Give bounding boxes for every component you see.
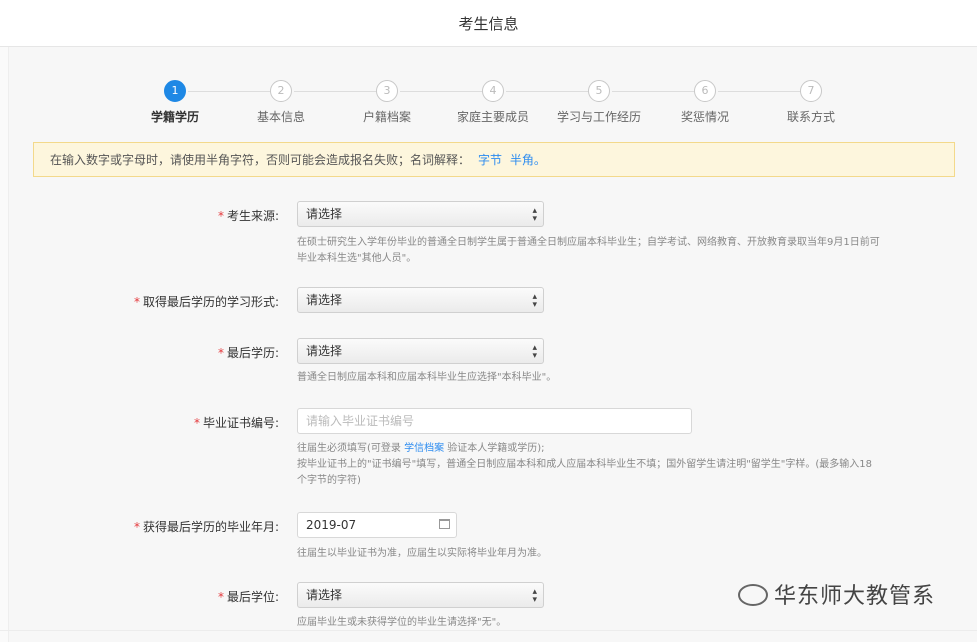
source-label: * 考生来源:	[217, 209, 279, 223]
step-number: 7	[800, 80, 822, 102]
required-mark: *	[217, 590, 224, 604]
left-edge	[0, 47, 9, 642]
step-number: 4	[482, 80, 504, 102]
step-3[interactable]: 3 户籍档案	[332, 80, 484, 125]
grad-date-picker[interactable]: 2019-07	[297, 512, 457, 538]
select-arrow-icon: ▴ ▾	[532, 343, 537, 361]
calendar-icon	[439, 519, 450, 529]
step-7[interactable]: 7 联系方式	[756, 80, 866, 125]
last-edu-label: * 最后学历:	[217, 346, 279, 360]
step-label: 奖惩情况	[680, 110, 729, 124]
step-label: 家庭主要成员	[456, 110, 529, 124]
source-hint: 在硕士研究生入学年份毕业的普通全日制学生属于普通全日制应届本科毕业生；自学考试、…	[297, 237, 880, 264]
step-label: 户籍档案	[362, 110, 411, 124]
required-mark: *	[133, 520, 140, 534]
study-form-select[interactable]: 请选择 ▴ ▾	[297, 287, 544, 313]
step-number: 3	[376, 80, 398, 102]
required-mark: *	[193, 416, 200, 430]
step-indicator: 1 学籍学历 2 基本信息 3 户籍档案 4 家庭主要成员 5 学习与工作经历 …	[120, 80, 840, 130]
half-width-link[interactable]: 半角。	[510, 153, 546, 167]
watermark: 华东师大教管系	[738, 578, 935, 610]
wechat-icon	[738, 584, 768, 606]
xuexin-link[interactable]: 学信档案	[404, 443, 444, 454]
step-5[interactable]: 5 学习与工作经历	[544, 80, 696, 125]
step-number: 6	[694, 80, 716, 102]
grad-date-label: * 获得最后学历的毕业年月:	[133, 520, 279, 534]
notice-banner: 在输入数字或字母时，请使用半角字符，否则可能会造成报名失败；名词解释： 字节 半角…	[33, 142, 955, 177]
page-header: 考生信息	[0, 0, 977, 47]
required-mark: *	[133, 295, 140, 309]
last-edu-hint: 普通全日制应届本科和应届本科毕业生应选择"本科毕业"。	[297, 372, 557, 383]
last-degree-select[interactable]: 请选择 ▴ ▾	[297, 582, 544, 608]
last-degree-hint: 应届毕业生或未获得学位的毕业生请选择"无"。	[297, 617, 507, 628]
cert-input[interactable]: 请输入毕业证书编号	[297, 408, 692, 434]
notice-text: 在输入数字或字母时，请使用半角字符，否则可能会造成报名失败；名词解释：	[50, 153, 471, 167]
select-arrow-icon: ▴ ▾	[532, 206, 537, 224]
page-title: 考生信息	[458, 15, 519, 33]
select-arrow-icon: ▴ ▾	[532, 292, 537, 310]
cert-label: * 毕业证书编号:	[193, 416, 279, 430]
step-6[interactable]: 6 奖惩情况	[650, 80, 802, 125]
byte-link[interactable]: 字节	[478, 153, 502, 167]
select-arrow-icon: ▴ ▾	[532, 587, 537, 605]
study-form-label: * 取得最后学历的学习形式:	[133, 295, 279, 309]
step-number: 2	[270, 80, 292, 102]
last-degree-label: * 最后学位:	[217, 590, 279, 604]
last-edu-select[interactable]: 请选择 ▴ ▾	[297, 338, 544, 364]
step-4[interactable]: 4 家庭主要成员	[438, 80, 590, 125]
step-number: 5	[588, 80, 610, 102]
bottom-divider	[0, 630, 977, 643]
cert-hint: 往届生必须填写(可登录 学信档案 验证本人学籍或学历); 按毕业证书上的"证书编…	[297, 443, 873, 486]
step-label: 学籍学历	[150, 110, 199, 124]
required-mark: *	[217, 209, 224, 223]
step-label: 学习与工作经历	[556, 110, 641, 124]
cert-hint-2: 按毕业证书上的"证书编号"填写，普通全日制应届本科和成人应届本科毕业生不填；国外…	[297, 459, 873, 486]
step-1[interactable]: 1 学籍学历	[120, 80, 272, 125]
required-mark: *	[217, 346, 224, 360]
step-label: 基本信息	[256, 110, 305, 124]
step-label: 联系方式	[786, 110, 835, 124]
source-select[interactable]: 请选择 ▴ ▾	[297, 201, 544, 227]
grad-date-hint: 往届生以毕业证书为准，应届生以实际将毕业年月为准。	[297, 548, 547, 559]
step-2[interactable]: 2 基本信息	[226, 80, 378, 125]
step-number: 1	[164, 80, 186, 102]
